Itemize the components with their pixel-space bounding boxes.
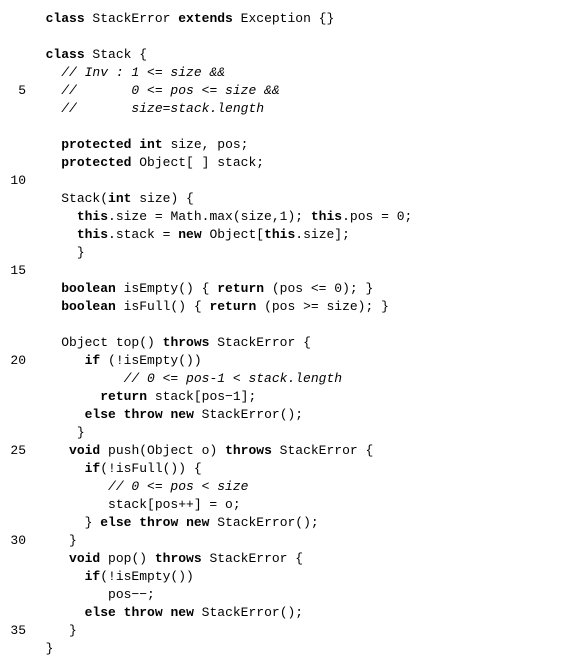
gutter-line — [0, 154, 26, 172]
code-line: void pop() throws StackError { — [30, 550, 569, 568]
gutter-line-20: 20 — [0, 352, 26, 370]
code-line — [30, 28, 569, 46]
gutter-line — [0, 190, 26, 208]
gutter-line — [0, 478, 26, 496]
gutter-line — [0, 640, 26, 658]
gutter-line — [0, 514, 26, 532]
gutter-line — [0, 244, 26, 262]
code-line: // Inv : 1 <= size && — [30, 64, 569, 82]
gutter-line — [0, 334, 26, 352]
code-body: class StackError extends Exception {} cl… — [30, 10, 569, 658]
line-number-gutter: 5 10 15 20 25 30 35 — [0, 10, 30, 658]
code-line: } — [30, 244, 569, 262]
code-line: this.size = Math.max(size,1); this.pos =… — [30, 208, 569, 226]
gutter-line — [0, 208, 26, 226]
code-line: else throw new StackError(); — [30, 406, 569, 424]
code-line: boolean isEmpty() { return (pos <= 0); } — [30, 280, 569, 298]
gutter-line-30: 30 — [0, 532, 26, 550]
gutter-line — [0, 586, 26, 604]
code-line: // 0 <= pos <= size && — [30, 82, 569, 100]
code-line: return stack[pos−1]; — [30, 388, 569, 406]
code-line: } — [30, 532, 569, 550]
gutter-line — [0, 10, 26, 28]
code-line — [30, 316, 569, 334]
gutter-line — [0, 316, 26, 334]
code-line: pos−−; — [30, 586, 569, 604]
gutter-line — [0, 46, 26, 64]
code-line — [30, 262, 569, 280]
code-line: stack[pos++] = o; — [30, 496, 569, 514]
code-line — [30, 118, 569, 136]
code-line: Stack(int size) { — [30, 190, 569, 208]
code-line: class StackError extends Exception {} — [30, 10, 569, 28]
code-line: } — [30, 622, 569, 640]
gutter-line — [0, 226, 26, 244]
gutter-line — [0, 298, 26, 316]
gutter-line — [0, 64, 26, 82]
code-line: this.stack = new Object[this.size]; — [30, 226, 569, 244]
code-line — [30, 172, 569, 190]
code-line: // 0 <= pos < size — [30, 478, 569, 496]
code-line: Object top() throws StackError { — [30, 334, 569, 352]
code-line: void push(Object o) throws StackError { — [30, 442, 569, 460]
code-line: protected int size, pos; — [30, 136, 569, 154]
code-line: if(!isEmpty()) — [30, 568, 569, 586]
gutter-line — [0, 118, 26, 136]
code-line: if (!isEmpty()) — [30, 352, 569, 370]
code-listing: 5 10 15 20 25 30 35 class StackError e — [0, 10, 569, 658]
gutter-line — [0, 280, 26, 298]
gutter-line — [0, 568, 26, 586]
gutter-line — [0, 550, 26, 568]
code-line: else throw new StackError(); — [30, 604, 569, 622]
code-line: class Stack { — [30, 46, 569, 64]
gutter-line — [0, 604, 26, 622]
code-line: } — [30, 424, 569, 442]
gutter-line-10: 10 — [0, 172, 26, 190]
gutter-line — [0, 460, 26, 478]
code-line: protected Object[ ] stack; — [30, 154, 569, 172]
gutter-line — [0, 388, 26, 406]
gutter-line-25: 25 — [0, 442, 26, 460]
gutter-line — [0, 406, 26, 424]
gutter-line-15: 15 — [0, 262, 26, 280]
code-line: } — [30, 640, 569, 658]
code-line: boolean isFull() { return (pos >= size);… — [30, 298, 569, 316]
gutter-line-35: 35 — [0, 622, 26, 640]
gutter-line — [0, 370, 26, 388]
gutter-line — [0, 28, 26, 46]
gutter-line — [0, 496, 26, 514]
gutter-line-5: 5 — [0, 82, 26, 100]
code-line: } else throw new StackError(); — [30, 514, 569, 532]
code-line: // 0 <= pos-1 < stack.length — [30, 370, 569, 388]
gutter-line — [0, 100, 26, 118]
code-line: // size=stack.length — [30, 100, 569, 118]
gutter-line — [0, 136, 26, 154]
code-line: if(!isFull()) { — [30, 460, 569, 478]
gutter-line — [0, 424, 26, 442]
